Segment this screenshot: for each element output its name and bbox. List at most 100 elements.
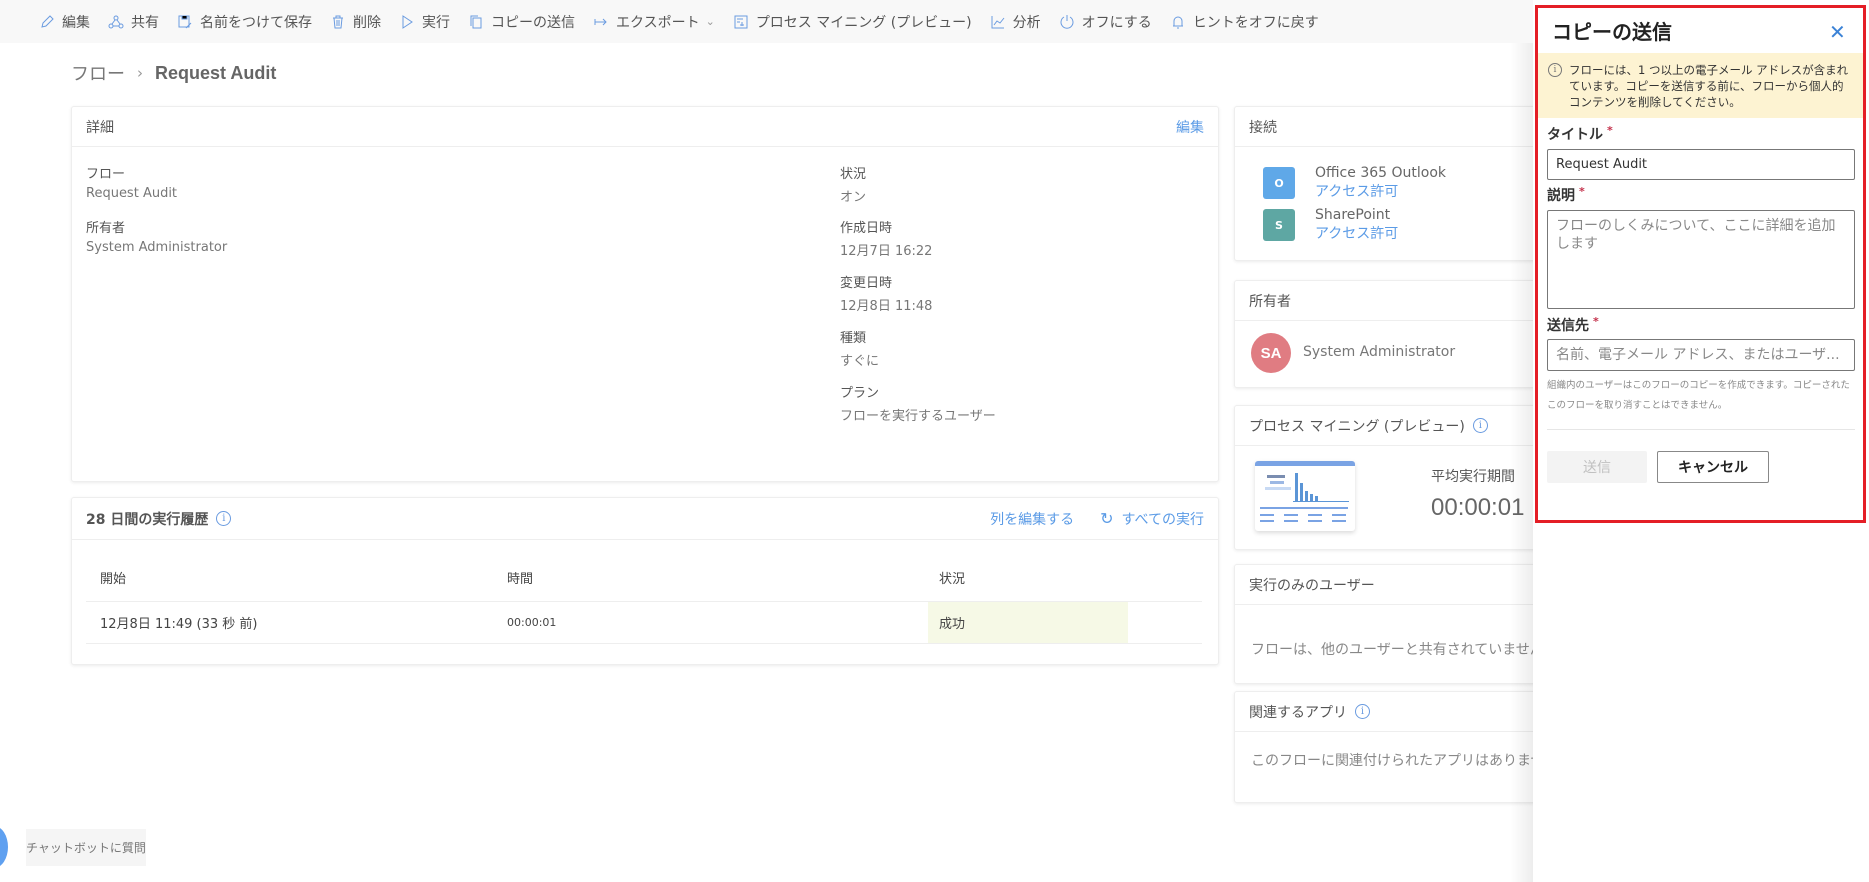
send-button[interactable]: 送信 [1547,451,1647,483]
detail-value: Request Audit [86,186,178,201]
send-copy-button[interactable]: コピーの送信 [467,12,575,32]
info-icon: i [1548,63,1562,77]
divider [1547,429,1855,430]
run-button[interactable]: 実行 [398,12,450,32]
tips-button[interactable]: ヒントをオフに戻す [1169,12,1319,32]
description-input[interactable] [1547,210,1855,309]
owner-name: System Administrator [1303,344,1456,360]
save-as-label: 名前をつけて保存 [200,14,312,31]
detail-label: 状況 [840,167,867,182]
connection-name: Office 365 Outlook [1315,165,1446,181]
warning-banner: i フローには、1 つ以上の電子メール アドレスが含まれています。コピーを送信す… [1538,53,1863,118]
column-header-status[interactable]: 状況 [928,554,1128,601]
export-button[interactable]: エクスポート ⌄ [592,12,715,32]
title-field-label: タイトル * [1547,124,1613,144]
info-icon[interactable]: i [1355,704,1370,719]
connection-permission-link[interactable]: アクセス許可 [1315,181,1446,201]
required-mark: * [1579,185,1585,198]
detail-label: 種類 [840,331,867,346]
related-apps-title: 関連するアプリ [1249,704,1347,721]
info-icon[interactable]: i [216,511,232,526]
detail-label: 所有者 [86,221,126,236]
chatbot-button[interactable]: チャットボットに質問 [26,829,146,866]
detail-created: 作成日時 12月7日 16:22 [840,217,932,259]
edit-columns-link[interactable]: 列を編集する [990,509,1074,529]
connection-permission-link[interactable]: アクセス許可 [1315,223,1398,243]
run-start: 12月8日 11:49 (33 秒 前) [100,617,258,632]
column-header-duration[interactable]: 時間 [507,568,928,587]
play-icon [398,13,416,31]
run-only-title: 実行のみのユーザー [1249,577,1375,594]
edit-button[interactable]: 編集 [38,12,90,32]
save-as-button[interactable]: 名前をつけて保存 [176,12,312,32]
copy-icon [467,13,485,31]
detail-value: 12月7日 16:22 [840,244,933,259]
recipients-field-label: 送信先 * [1547,315,1599,335]
analytics-button[interactable]: 分析 [989,12,1041,32]
share-icon [107,13,125,31]
info-icon[interactable]: i [1472,418,1488,433]
recipients-help-text: 組織内のユーザーはこのフローのコピーを作成できます。コピーされたこのフローを取り… [1547,380,1850,411]
detail-plan: プラン フローを実行するユーザー [840,382,996,424]
save-as-icon [176,13,194,31]
cancel-button[interactable]: キャンセル [1657,451,1769,483]
title-label-text: タイトル [1547,127,1603,143]
owners-title: 所有者 [1249,293,1291,310]
share-label: 共有 [131,14,159,31]
process-mining-label: プロセス マイニング (プレビュー) [755,14,972,31]
panel-title: コピーの送信 [1552,20,1672,44]
analytics-label: 分析 [1012,14,1041,31]
turn-off-label: オフにする [1081,14,1152,31]
bell-icon [1169,13,1187,31]
detail-label: フロー [86,167,126,182]
detail-label: プラン [840,386,880,401]
tips-label: ヒントをオフに戻す [1192,14,1319,31]
chevron-down-icon: ⌄ [705,15,715,28]
detail-flow: フロー Request Audit [86,163,177,201]
details-card: 詳細 編集 フロー Request Audit 所有者 System Admin… [71,106,1219,482]
column-header-start[interactable]: 開始 [86,568,507,587]
table-header: 開始 時間 状況 [86,554,1202,602]
title-input[interactable] [1547,149,1855,180]
detail-value: System Administrator [86,240,228,255]
detail-modified: 変更日時 12月8日 11:48 [840,272,932,314]
delete-button[interactable]: 削除 [329,12,381,32]
detail-value: フローを実行するユーザー [840,409,996,424]
panel-shadow [1510,43,1535,882]
required-mark: * [1607,124,1613,137]
run-status: 成功 [928,602,1128,643]
run-history-card: 28 日間の実行履歴 i 列を編集する ↻ すべての実行 開始 時間 状況 12… [71,497,1219,665]
required-mark: * [1593,315,1599,328]
all-runs-link[interactable]: すべての実行 [1122,509,1204,529]
process-mining-button[interactable]: プロセス マイニング (プレビュー) [732,12,972,32]
detail-value: オン [840,190,867,205]
pencil-icon [38,13,56,31]
detail-label: 作成日時 [840,221,893,236]
run-history-table: 開始 時間 状況 12月8日 11:49 (33 秒 前) 00:00:01 成… [86,554,1202,644]
detail-status: 状況 オン [840,163,866,205]
chevron-right-icon: › [137,64,143,82]
refresh-icon: ↻ [1100,509,1114,528]
detail-owner: 所有者 System Administrator [86,217,227,255]
power-icon [1058,13,1076,31]
detail-value: 12月8日 11:48 [840,299,933,314]
description-label-text: 説明 [1547,188,1575,204]
detail-label: 変更日時 [840,276,893,291]
details-edit-link[interactable]: 編集 [1176,117,1204,137]
close-icon[interactable]: ✕ [1829,22,1846,42]
connection-name: SharePoint [1315,207,1391,223]
process-mining-illustration [1255,461,1355,531]
breadcrumb-current: Request Audit [155,62,277,83]
share-button[interactable]: 共有 [107,12,159,32]
recipients-input[interactable] [1547,339,1855,371]
breadcrumb-flows-link[interactable]: フロー [71,60,125,86]
outlook-logo-icon: O [1263,167,1295,199]
details-title: 詳細 [86,119,114,136]
connections-title: 接続 [1249,119,1277,136]
table-row[interactable]: 12月8日 11:49 (33 秒 前) 00:00:01 成功 [86,602,1202,644]
description-field-label: 説明 * [1547,185,1585,205]
warning-text: フローには、1 つ以上の電子メール アドレスが含まれています。コピーを送信する前… [1569,63,1849,109]
chatbot-icon[interactable] [0,826,8,868]
turn-off-button[interactable]: オフにする [1058,12,1152,32]
send-copy-label: コピーの送信 [491,14,575,31]
